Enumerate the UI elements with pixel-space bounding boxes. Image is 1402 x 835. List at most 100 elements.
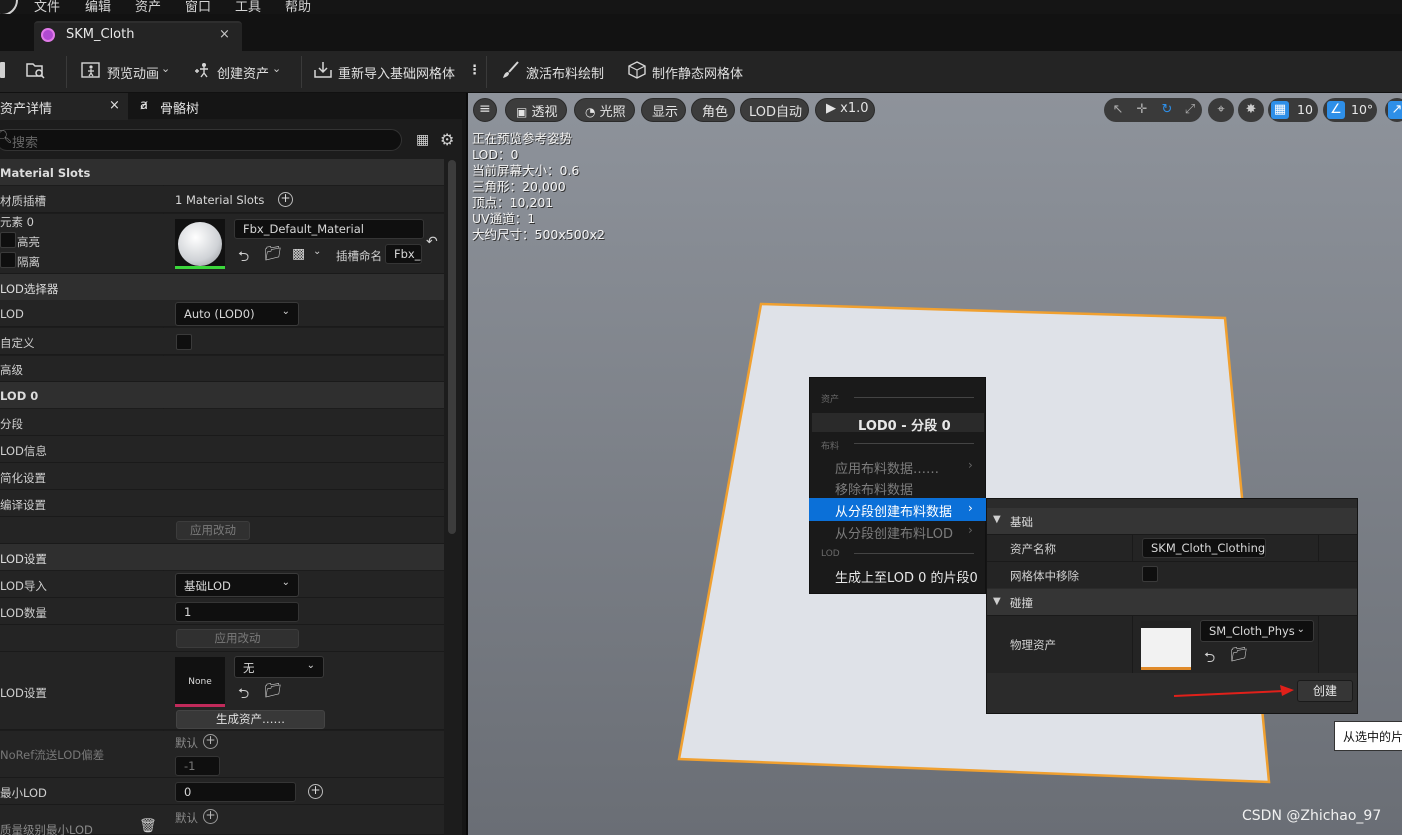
playback-speed-button[interactable]: ▶ x1.0 xyxy=(815,98,875,122)
details-search-input[interactable] xyxy=(0,129,402,151)
angle-snap-icon[interactable]: ∠ xyxy=(1327,101,1345,119)
lod-settings-asset-combo[interactable]: 无 ⌄ xyxy=(234,656,324,678)
section-collision[interactable] xyxy=(987,589,1357,615)
create-button[interactable]: 创建 xyxy=(1297,680,1353,702)
reimport-base-mesh-button[interactable]: 重新导入基础网格体 xyxy=(338,63,455,82)
add-override-icon[interactable]: + xyxy=(203,734,218,749)
section-lod-picker[interactable] xyxy=(0,274,444,300)
chevron-down-icon[interactable]: ⌄ xyxy=(313,246,321,257)
lod-import-combo[interactable]: 基础LOD ⌄ xyxy=(175,573,299,597)
chevron-down-icon[interactable]: ⌄ xyxy=(161,62,170,75)
menu-item-create-cloth-from-section[interactable]: 从分段创建布料数据 xyxy=(835,501,952,520)
translate-icon[interactable]: ✛ xyxy=(1133,101,1151,119)
close-tab-icon[interactable]: × xyxy=(109,98,120,113)
browse-asset-icon[interactable] xyxy=(26,61,46,79)
details-scrollbar[interactable] xyxy=(448,160,456,534)
slot-name-input[interactable]: Fbx_Default_Material xyxy=(385,244,422,264)
browse-icon[interactable]: 📁︎ xyxy=(264,246,282,262)
menu-help[interactable]: 帮助 xyxy=(285,0,311,15)
browse-icon[interactable]: 📁︎ xyxy=(264,683,282,699)
create-asset-icon[interactable] xyxy=(193,61,213,79)
grid-snap-value[interactable]: 10 xyxy=(1297,102,1313,117)
scale-icon[interactable]: ⤢ xyxy=(1181,101,1199,119)
more-options-icon[interactable]: ⋮ xyxy=(468,63,481,78)
apply-changes-button[interactable]: 应用改动 xyxy=(176,629,299,648)
table-view-icon[interactable]: ▦ xyxy=(416,132,429,148)
property-row[interactable] xyxy=(0,409,444,436)
reset-icon[interactable]: ↶ xyxy=(426,234,438,250)
reimport-icon[interactable] xyxy=(313,61,333,79)
menu-tools[interactable]: 工具 xyxy=(235,0,261,15)
menu-item-apply-cloth-data[interactable]: 应用布料数据…… xyxy=(835,458,939,477)
section-lod0[interactable] xyxy=(0,382,444,408)
viewport-menu-icon[interactable]: ≡ xyxy=(473,98,497,122)
grid-snap-icon[interactable]: ▦ xyxy=(1271,101,1289,119)
preview-animation-button[interactable]: 预览动画 xyxy=(107,63,159,82)
menu-asset[interactable]: 资产 xyxy=(135,0,161,15)
tab-skeleton-tree[interactable]: 骨骼树 xyxy=(160,98,199,117)
menu-file[interactable]: 文件 xyxy=(34,0,60,15)
character-button[interactable]: 角色 xyxy=(691,98,735,122)
use-selected-icon[interactable]: ⮌ xyxy=(1204,647,1215,671)
world-local-icon[interactable]: ⌖ xyxy=(1212,101,1230,119)
scale-snap-icon[interactable]: ↗ xyxy=(1388,101,1402,119)
physics-asset-thumbnail[interactable] xyxy=(1141,621,1191,670)
save-icon[interactable] xyxy=(0,62,5,78)
section-basics[interactable] xyxy=(987,508,1357,534)
property-row[interactable] xyxy=(0,436,444,463)
menu-item-remove-cloth-data[interactable]: 移除布料数据 xyxy=(835,479,913,498)
browse-icon[interactable]: 📁︎ xyxy=(1230,647,1248,663)
trash-icon[interactable]: 🗑︎ xyxy=(139,818,157,834)
use-selected-icon[interactable]: ⮌ xyxy=(238,246,249,270)
noref-bias-input[interactable]: -1 xyxy=(175,756,220,776)
make-static-mesh-button[interactable]: 制作静态网格体 xyxy=(652,63,743,82)
generate-asset-button[interactable]: 生成资产…… xyxy=(176,710,325,729)
add-override-icon[interactable]: + xyxy=(308,784,323,799)
lod-auto-button[interactable]: LOD自动 xyxy=(740,98,809,122)
lod-count-input[interactable]: 1 xyxy=(175,602,299,622)
isolate-checkbox[interactable] xyxy=(0,252,16,268)
property-row[interactable] xyxy=(0,490,444,517)
surface-snap-icon[interactable]: ✸ xyxy=(1242,101,1260,119)
activate-cloth-paint-button[interactable]: 激活布料绘制 xyxy=(526,63,604,82)
remove-from-mesh-checkbox[interactable] xyxy=(1142,566,1158,582)
lit-button[interactable]: ◔ 光照 xyxy=(574,98,635,122)
section-lod-settings[interactable] xyxy=(0,544,444,570)
preview-animation-icon[interactable] xyxy=(81,61,101,79)
paint-brush-icon[interactable] xyxy=(501,61,521,79)
add-override-icon[interactable]: + xyxy=(203,809,218,824)
custom-checkbox[interactable] xyxy=(176,334,192,350)
close-tab-icon[interactable]: × xyxy=(219,27,230,42)
create-asset-button[interactable]: 创建资产 xyxy=(217,63,269,82)
use-selected-icon[interactable]: ⮌ xyxy=(238,683,249,707)
menu-window[interactable]: 窗口 xyxy=(185,0,211,15)
material-combo[interactable]: Fbx_Default_Material xyxy=(234,219,424,239)
rotate-icon[interactable]: ↻ xyxy=(1158,101,1176,119)
select-icon[interactable]: ↖ xyxy=(1109,101,1127,119)
min-lod-input[interactable]: 0 xyxy=(175,782,296,802)
chevron-down-icon[interactable]: ⌄ xyxy=(272,62,281,75)
show-button[interactable]: 显示 xyxy=(641,98,686,122)
menu-header-lod: LOD xyxy=(821,549,840,559)
property-row[interactable] xyxy=(0,356,444,382)
lod-settings-thumbnail[interactable]: None xyxy=(175,657,225,707)
gear-icon[interactable]: ⚙ xyxy=(440,130,454,149)
menu-item-create-cloth-lod[interactable]: 从分段创建布料LOD xyxy=(835,523,953,542)
lod-combo[interactable]: Auto (LOD0) ⌄ xyxy=(175,302,299,326)
property-row[interactable] xyxy=(0,463,444,490)
static-mesh-icon[interactable] xyxy=(627,61,647,79)
physics-asset-combo[interactable]: SM_Cloth_Phys ⌄ xyxy=(1200,620,1314,642)
skeleton-tree-icon[interactable]: ⱥ xyxy=(140,98,148,113)
toolbar-separator xyxy=(486,56,487,88)
perspective-button[interactable]: ▣ 透视 xyxy=(505,98,567,122)
menu-edit[interactable]: 编辑 xyxy=(85,0,111,15)
material-thumbnail[interactable] xyxy=(175,219,225,269)
menu-item-generate-up-to-lod0[interactable]: 生成上至LOD 0 的片段0 xyxy=(835,567,978,586)
apply-changes-button[interactable]: 应用改动 xyxy=(176,521,250,540)
checker-icon[interactable]: ▩ xyxy=(292,246,305,262)
add-material-slot-icon[interactable]: + xyxy=(278,192,293,207)
asset-name-input[interactable]: SKM_Cloth_Clothing xyxy=(1142,538,1266,558)
chevron-down-icon: ⌄ xyxy=(281,306,290,317)
angle-snap-value[interactable]: 10° xyxy=(1351,102,1373,117)
highlight-checkbox[interactable] xyxy=(0,232,16,248)
